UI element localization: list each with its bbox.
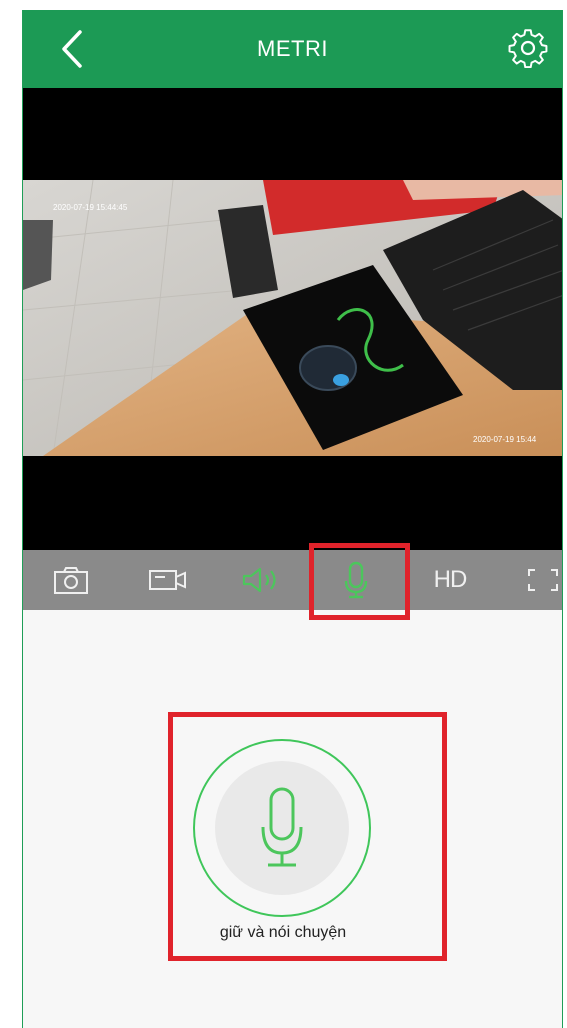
video-toolbar: HD — [23, 550, 562, 610]
microphone-icon — [261, 787, 303, 867]
page-title: METRI — [257, 36, 328, 61]
settings-button[interactable] — [508, 28, 548, 69]
push-to-talk-button[interactable] — [193, 739, 371, 917]
video-timestamp-bottom: 2020-07-19 15:44 — [473, 435, 537, 444]
camera-icon — [54, 567, 88, 594]
snapshot-button[interactable] — [49, 560, 93, 600]
push-to-talk-inner — [215, 761, 349, 895]
video-record-icon — [149, 570, 186, 590]
record-button[interactable] — [143, 560, 193, 600]
fullscreen-icon — [528, 569, 558, 591]
hd-quality-button[interactable]: HD — [425, 560, 475, 600]
camera-feed-image: 2020-07-19 15:44:45 2020-07-19 15:44 — [23, 180, 562, 456]
speaker-button[interactable] — [237, 560, 287, 600]
app-header: METRI — [23, 10, 562, 88]
video-timestamp-top: 2020-07-19 15:44:45 — [53, 203, 128, 212]
fullscreen-button[interactable] — [521, 560, 562, 600]
video-player[interactable]: 2020-07-19 15:44:45 2020-07-19 15:44 — [23, 88, 562, 550]
gear-icon — [508, 29, 548, 69]
microphone-highlight-box — [309, 543, 410, 620]
speaker-icon — [242, 567, 276, 593]
talk-label: giữ và nói chuyện — [219, 924, 347, 941]
